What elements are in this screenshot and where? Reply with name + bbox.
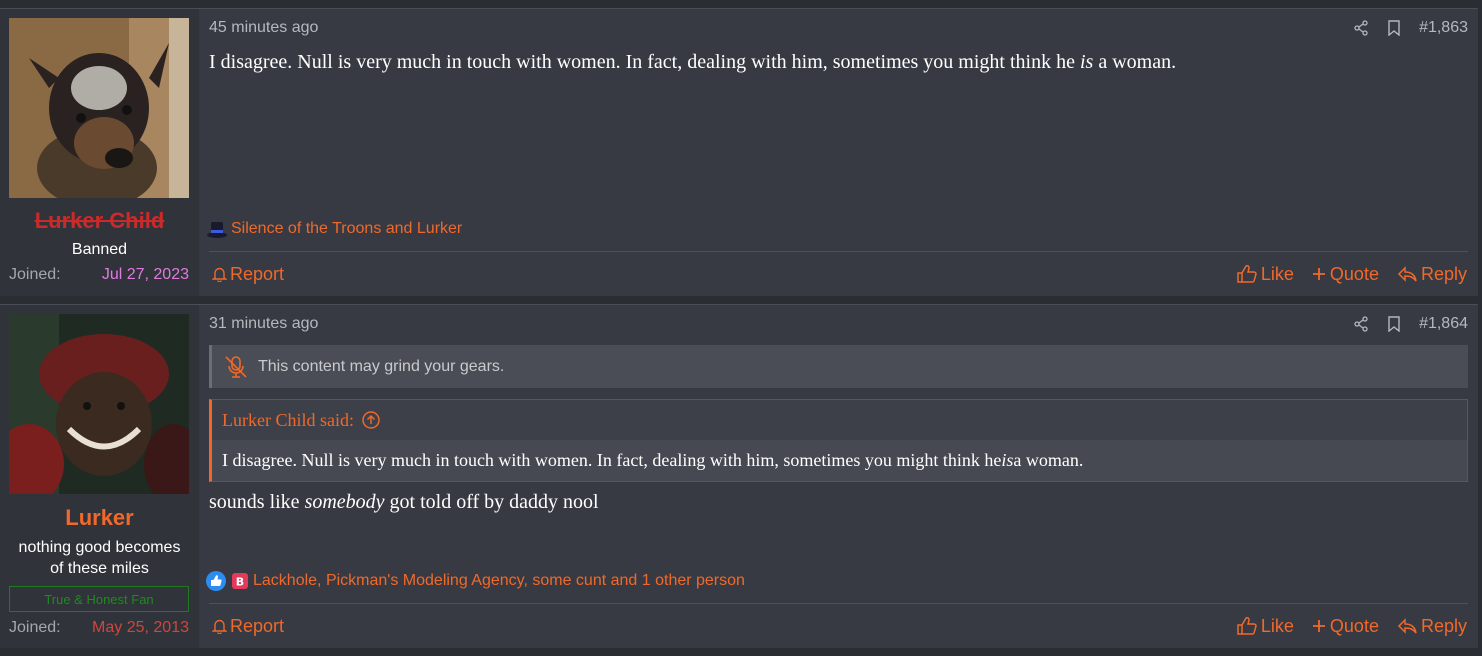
- joined-row: Joined: Jul 27, 2023: [9, 266, 189, 284]
- quote-author[interactable]: Lurker Child said:: [222, 410, 354, 431]
- username[interactable]: Lurker Child: [0, 208, 199, 234]
- reply-button[interactable]: Reply: [1397, 264, 1467, 285]
- bookmark-icon[interactable]: [1387, 316, 1401, 332]
- svg-text:B: B: [236, 576, 244, 589]
- user-title-line1: nothing good becomes: [18, 539, 181, 556]
- post-number[interactable]: #1,863: [1419, 19, 1468, 37]
- quote-label: Quote: [1329, 615, 1379, 636]
- report-button[interactable]: Report: [209, 616, 284, 637]
- avatar[interactable]: [9, 314, 189, 494]
- joined-row: Joined: May 25, 2013: [9, 619, 189, 637]
- joined-label: Joined:: [9, 266, 61, 283]
- post-1864: Lurker nothing good becomes of these mil…: [0, 304, 1478, 648]
- post-main: 45 minutes ago #1,863 I disagree. Null i…: [206, 9, 1468, 296]
- user-panel: Lurker nothing good becomes of these mil…: [0, 305, 199, 648]
- reaction-users[interactable]: Silence of the Troons and Lurker: [231, 220, 462, 238]
- quote-text-em: is: [1001, 450, 1014, 470]
- post-main: 31 minutes ago #1,864 This content may g…: [206, 305, 1468, 648]
- user-title-line2: of these miles: [50, 560, 149, 577]
- quote-text-pre: I disagree. Null is very much in touch w…: [222, 450, 1002, 470]
- body-text-post: a woman.: [1093, 51, 1177, 73]
- thumbs-up-icon: [1237, 265, 1257, 283]
- content-warning-banner[interactable]: This content may grind your gears.: [209, 345, 1468, 388]
- quote-label: Quote: [1329, 263, 1379, 284]
- b-reaction-icon: B: [232, 573, 248, 589]
- like-label: Like: [1260, 263, 1294, 284]
- quote-header[interactable]: Lurker Child said:: [212, 400, 1467, 440]
- like-label: Like: [1260, 615, 1294, 636]
- quote-button[interactable]: Quote: [1312, 616, 1379, 637]
- report-button[interactable]: Report: [209, 264, 284, 285]
- share-icon[interactable]: [1353, 316, 1369, 332]
- post-1863: Lurker Child Banned Joined: Jul 27, 2023…: [0, 8, 1478, 296]
- report-label: Report: [230, 615, 285, 636]
- body-text-pre: I disagree. Null is very much in touch w…: [209, 51, 1080, 73]
- post-body: sounds like somebody got told off by dad…: [209, 491, 599, 514]
- reactions-bar[interactable]: Silence of the Troons and Lurker: [206, 219, 462, 239]
- username[interactable]: Lurker: [0, 505, 199, 531]
- plus-icon: [1312, 619, 1326, 633]
- reply-label: Reply: [1420, 263, 1467, 284]
- body-text-post: got told off by daddy nool: [384, 491, 599, 513]
- bookmark-icon[interactable]: [1387, 20, 1401, 36]
- bell-icon: [212, 618, 227, 634]
- reply-label: Reply: [1420, 615, 1467, 636]
- bell-icon: [212, 266, 227, 282]
- reply-arrow-icon: [1397, 266, 1417, 282]
- post-body: I disagree. Null is very much in touch w…: [209, 51, 1176, 74]
- user-banner-badge: True & Honest Fan: [9, 586, 189, 612]
- like-button[interactable]: Like: [1237, 264, 1294, 285]
- reply-button[interactable]: Reply: [1397, 616, 1467, 637]
- thumbs-up-icon: [1237, 617, 1257, 635]
- user-panel: Lurker Child Banned Joined: Jul 27, 2023: [0, 9, 199, 296]
- content-warning-text: This content may grind your gears.: [258, 357, 505, 375]
- muted-microphone-icon: [224, 355, 248, 379]
- like-reaction-icon: [206, 571, 226, 591]
- post-time[interactable]: 45 minutes ago: [209, 19, 318, 37]
- quote-button[interactable]: Quote: [1312, 264, 1379, 285]
- post-footer: Report Like Quote Reply: [209, 603, 1468, 648]
- share-icon[interactable]: [1353, 20, 1369, 36]
- user-title: Banned: [71, 241, 128, 258]
- reaction-users[interactable]: Lackhole, Pickman's Modeling Agency, som…: [253, 572, 745, 590]
- arrow-up-circle-icon[interactable]: [362, 411, 380, 429]
- top-hat-reaction-icon: [206, 219, 228, 239]
- post-time[interactable]: 31 minutes ago: [209, 315, 318, 333]
- body-text-em: somebody: [304, 491, 385, 513]
- plus-icon: [1312, 267, 1326, 281]
- body-text-pre: sounds like: [209, 491, 305, 513]
- post-tools: #1,864: [1353, 315, 1468, 333]
- avatar[interactable]: [9, 18, 189, 198]
- quote-body: I disagree. Null is very much in touch w…: [212, 440, 1467, 481]
- post-number[interactable]: #1,864: [1419, 315, 1468, 333]
- joined-date: Jul 27, 2023: [101, 266, 189, 283]
- report-label: Report: [230, 263, 285, 284]
- reactions-bar[interactable]: B Lackhole, Pickman's Modeling Agency, s…: [206, 571, 745, 591]
- reply-arrow-icon: [1397, 618, 1417, 634]
- post-footer: Report Like Quote Reply: [209, 251, 1468, 296]
- like-button[interactable]: Like: [1237, 616, 1294, 637]
- joined-date: May 25, 2013: [92, 619, 189, 636]
- post-tools: #1,863: [1353, 19, 1468, 37]
- joined-label: Joined:: [9, 619, 61, 636]
- quote-text-post: a woman.: [1013, 450, 1084, 470]
- body-text-em: is: [1079, 51, 1094, 73]
- quote-block: Lurker Child said: I disagree. Null is v…: [209, 399, 1468, 482]
